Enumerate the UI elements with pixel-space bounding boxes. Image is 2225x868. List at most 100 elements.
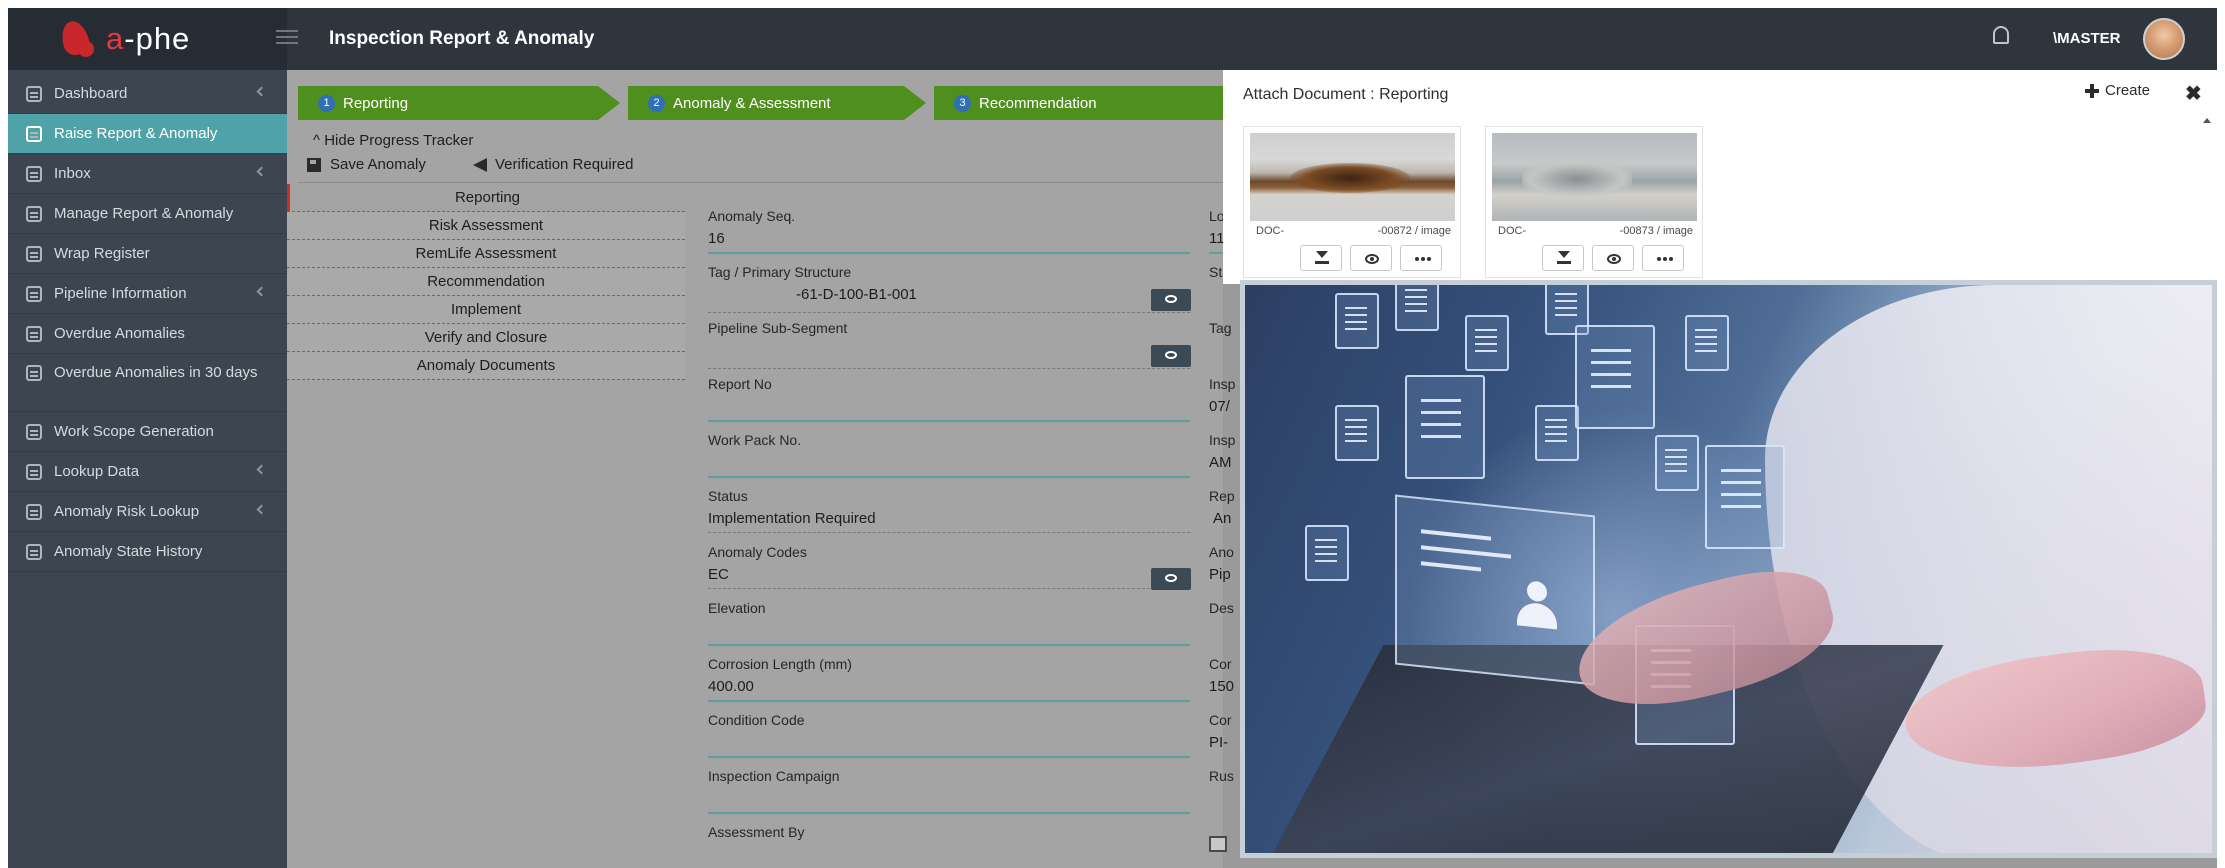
sidebar-item-pipeline-information[interactable]: Pipeline Information	[8, 274, 287, 314]
sidebar: a-phe Dashboard Raise Report & Anomaly I…	[8, 8, 287, 868]
save-anomaly-button[interactable]: Save Anomaly	[307, 156, 426, 173]
field-label: Elevation	[708, 600, 766, 616]
checkbox[interactable]	[1209, 836, 1227, 852]
field-label: Report No	[708, 376, 772, 392]
user-name[interactable]: \MASTER	[2053, 30, 2121, 47]
view-tag-button[interactable]	[1151, 289, 1191, 311]
step-anomaly-assessment[interactable]: 2 Anomaly & Assessment	[628, 86, 904, 120]
document-thumbnail[interactable]	[1250, 133, 1455, 221]
document-actions	[1300, 245, 1442, 271]
sidebar-item-inbox[interactable]: Inbox	[8, 154, 287, 194]
verification-required-button[interactable]: Verification Required	[473, 156, 633, 173]
sidebar-item-label: Overdue Anomalies in 30 days	[54, 364, 258, 381]
panel-title: Attach Document : Reporting	[1243, 86, 1449, 103]
sidebar-item-label: Overdue Anomalies	[54, 325, 185, 342]
field-label: Pipeline Sub-Segment	[708, 320, 848, 336]
report-no-field[interactable]: Report No	[708, 376, 1190, 422]
tab-reporting[interactable]: Reporting	[287, 184, 685, 212]
save-anomaly-label: Save Anomaly	[330, 156, 426, 173]
sidebar-item-label: Lookup Data	[54, 463, 140, 480]
work-pack-field[interactable]: Work Pack No.	[708, 432, 1190, 478]
scroll-up-arrow-icon[interactable]	[2203, 118, 2211, 123]
sidebar-item-wrap-register[interactable]: Wrap Register	[8, 234, 287, 274]
more-options-icon[interactable]	[1400, 245, 1442, 271]
top-header: Inspection Report & Anomaly \MASTER	[276, 8, 2217, 70]
create-button[interactable]: Create	[2085, 82, 2150, 99]
sidebar-item-anomaly-state-history[interactable]: Anomaly State History	[8, 532, 287, 572]
main-content: 1 Reporting 2 Anomaly & Assessment 3 Recomm…	[287, 70, 1235, 868]
progress-tracker: 1 Reporting 2 Anomaly & Assessment 3 Recomm…	[298, 86, 1223, 120]
chevron-left-icon	[256, 86, 267, 97]
step-label: Reporting	[343, 94, 409, 112]
tag-primary-structure-field[interactable]: Tag / Primary Structure -61-D-100-B1-001	[708, 264, 1190, 313]
download-icon[interactable]	[1542, 245, 1584, 271]
logo[interactable]: a-phe	[8, 8, 287, 70]
field-label: Assessment By	[708, 824, 805, 840]
sidebar-item-label: Anomaly State History	[54, 543, 203, 560]
anomaly-seq-field[interactable]: Anomaly Seq. 16	[708, 208, 1190, 254]
eye-icon[interactable]	[1592, 245, 1634, 271]
flame-logo-icon	[56, 18, 96, 59]
field-label: Inspection Campaign	[708, 768, 840, 784]
sidebar-item-work-scope[interactable]: Work Scope Generation	[8, 412, 287, 452]
sidebar-item-label: Raise Report & Anomaly	[54, 125, 218, 142]
tab-verify-closure[interactable]: Verify and Closure	[287, 324, 685, 352]
tab-risk-assessment[interactable]: Risk Assessment	[287, 212, 685, 240]
close-icon[interactable]: ✖	[2185, 84, 2202, 104]
step-reporting[interactable]: 1 Reporting	[298, 86, 598, 120]
sidebar-item-label: Inbox	[54, 165, 91, 182]
logo-text: a-phe	[106, 21, 191, 56]
view-anomaly-codes-button[interactable]	[1151, 568, 1191, 590]
eye-icon[interactable]	[1350, 245, 1392, 271]
field-value-insp2: AM	[1209, 454, 1232, 471]
section-tabs: Reporting Risk Assessment RemLife Assess…	[287, 184, 685, 380]
layers-icon	[26, 245, 42, 262]
download-icon[interactable]	[1300, 245, 1342, 271]
view-sub-segment-button[interactable]	[1151, 345, 1191, 367]
sidebar-item-label: Anomaly Risk Lookup	[54, 503, 200, 520]
document-id-suffix: -00872 / image	[1377, 225, 1451, 237]
sidebar-item-dashboard[interactable]: Dashboard	[8, 74, 287, 114]
sidebar-item-anomaly-risk-lookup[interactable]: Anomaly Risk Lookup	[8, 492, 287, 532]
assessment-by-field[interactable]: Assessment By	[708, 824, 1190, 864]
field-label-cor: Cor	[1209, 656, 1232, 672]
avatar[interactable]	[2143, 18, 2185, 60]
tab-anomaly-documents[interactable]: Anomaly Documents	[287, 352, 685, 380]
create-label: Create	[2105, 82, 2151, 99]
field-label-tag: Tag	[1209, 320, 1232, 336]
anomaly-codes-field[interactable]: Anomaly Codes EC	[708, 544, 1190, 589]
sidebar-item-overdue-30-days[interactable]: Overdue Anomalies in 30 days	[8, 354, 287, 412]
document-thumbnail[interactable]	[1492, 133, 1697, 221]
sidebar-item-manage-report[interactable]: Manage Report & Anomaly	[8, 194, 287, 234]
more-options-icon[interactable]	[1642, 245, 1684, 271]
layers-icon	[26, 503, 42, 520]
corrosion-length-field[interactable]: Corrosion Length (mm) 400.00	[708, 656, 1190, 702]
pipeline-sub-segment-field[interactable]: Pipeline Sub-Segment	[708, 320, 1190, 369]
hide-progress-tracker-toggle[interactable]: ^ Hide Progress Tracker	[313, 132, 473, 149]
divider	[298, 182, 1223, 183]
chevron-left-icon	[256, 504, 267, 515]
field-value-cor: 150	[1209, 678, 1235, 695]
step-recommendation[interactable]: 3 Recommendation	[934, 86, 1223, 120]
sidebar-item-label: Dashboard	[54, 85, 128, 102]
tab-recommendation[interactable]: Recommendation	[287, 268, 685, 296]
document-card[interactable]: DOC- -00873 / image	[1485, 126, 1703, 278]
sidebar-item-raise-report[interactable]: Raise Report & Anomaly	[8, 114, 287, 154]
elevation-field[interactable]: Elevation	[708, 600, 1190, 646]
plus-icon	[2085, 83, 2099, 98]
tab-remlife-assessment[interactable]: RemLife Assessment	[287, 240, 685, 268]
hamburger-menu-icon[interactable]	[276, 30, 298, 44]
inspection-campaign-field[interactable]: Inspection Campaign	[708, 768, 1190, 814]
chevron-left-icon	[256, 286, 267, 297]
document-card[interactable]: DOC- -00872 / image	[1243, 126, 1461, 278]
condition-code-field[interactable]: Condition Code	[708, 712, 1190, 758]
sidebar-item-overdue-anomalies[interactable]: Overdue Anomalies	[8, 314, 287, 354]
bell-icon[interactable]	[1993, 26, 2009, 44]
layers-icon	[26, 85, 42, 102]
field-label-rep: Rep	[1209, 488, 1235, 504]
sidebar-item-lookup-data[interactable]: Lookup Data	[8, 452, 287, 492]
tab-implement[interactable]: Implement	[287, 296, 685, 324]
step-arrow	[904, 86, 926, 120]
field-value-rep: An	[1213, 510, 1232, 527]
status-field[interactable]: Status Implementation Required	[708, 488, 1190, 533]
